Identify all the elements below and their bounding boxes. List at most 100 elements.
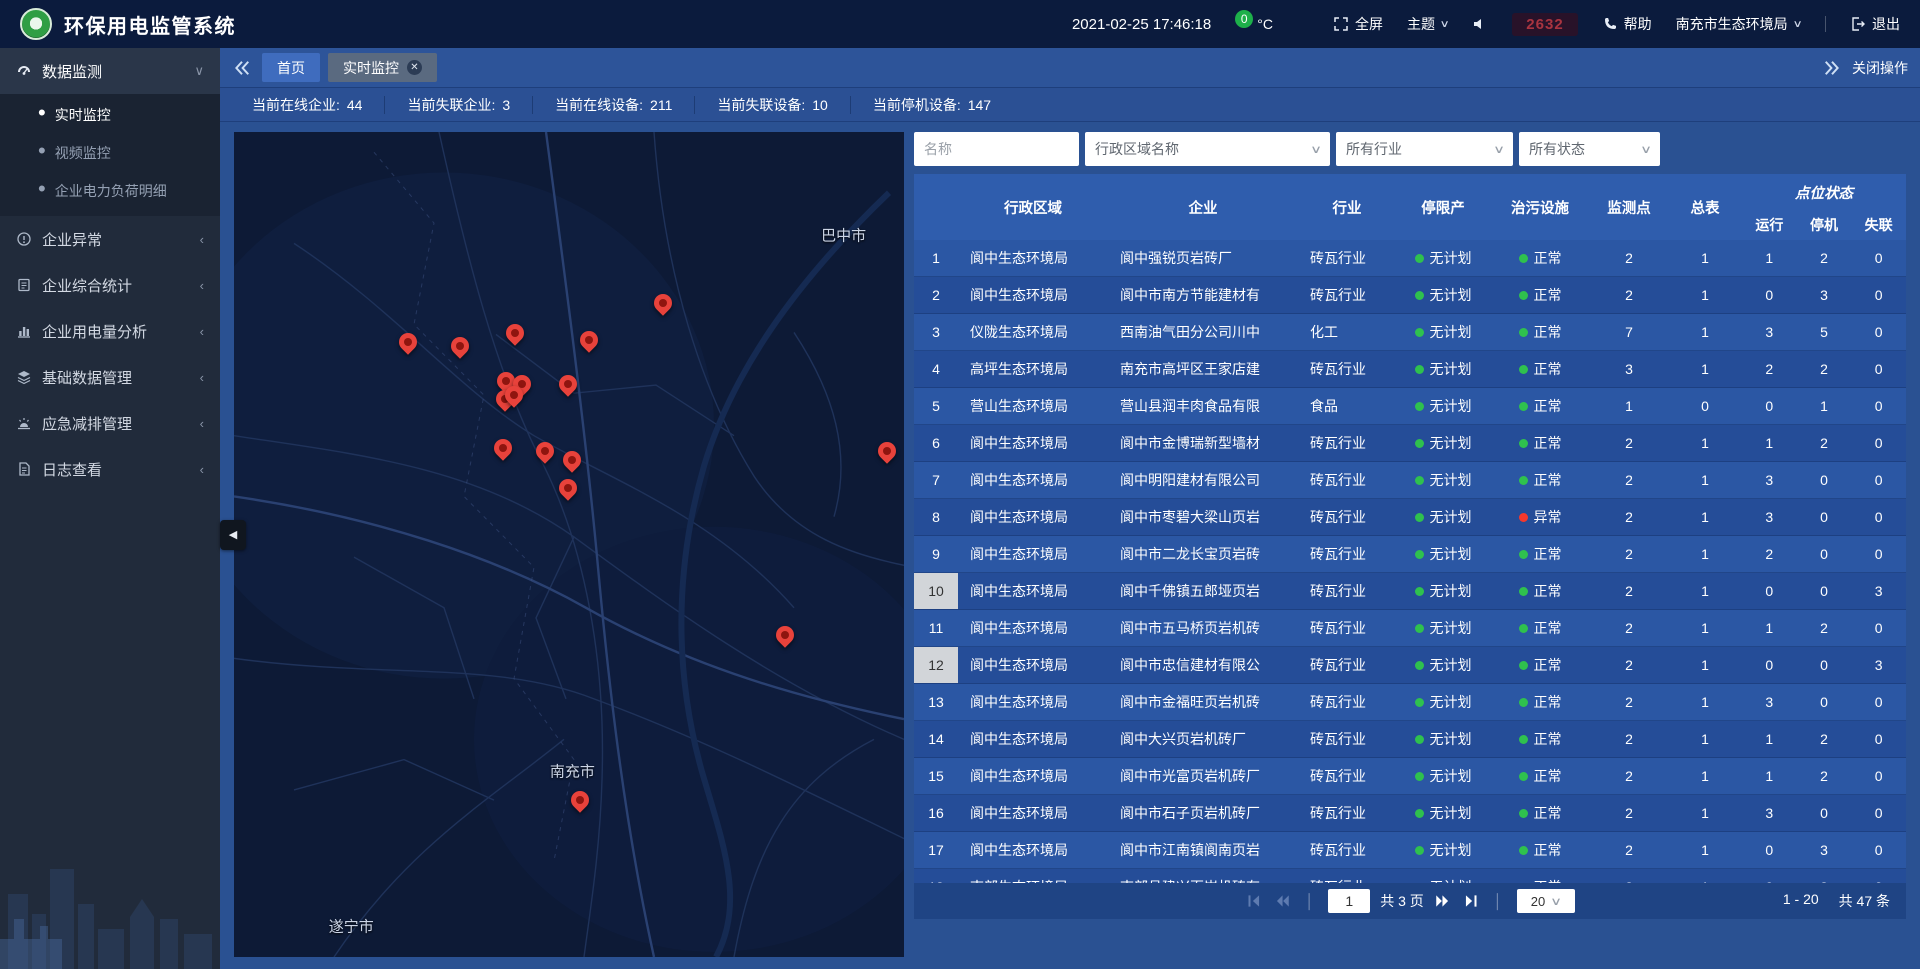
close-operations-button[interactable]: 关闭操作 [1852,58,1908,78]
table-row[interactable]: 11阆中生态环境局阆中市五马桥页岩机砖砖瓦行业无计划正常21120 [914,610,1906,647]
map-pin-icon[interactable] [506,324,524,342]
table-row[interactable]: 15阆中生态环境局阆中市光富页岩机砖厂砖瓦行业无计划正常21120 [914,758,1906,795]
stat-label: 当前失联企业: [407,95,495,115]
map-pin-icon[interactable] [580,331,598,349]
page-size-select[interactable]: 20 ∨ [1517,889,1575,913]
map-pin-icon[interactable] [776,626,794,644]
map-pin-icon[interactable] [536,442,554,460]
map-pin-icon[interactable] [563,451,581,469]
map-pin-icon[interactable] [559,479,577,497]
org-dropdown[interactable]: 南充市生态环境局 ∨ [1676,14,1801,34]
cell-region: 南部生态环境局 [958,869,1108,883]
cell-run: 0 [1742,869,1797,883]
help-button[interactable]: 帮助 [1602,14,1652,34]
cell-index: 8 [914,499,958,535]
first-page-button[interactable] [1245,892,1263,910]
map-pin-icon[interactable] [494,439,512,457]
cell-company: 阆中市忠信建材有限公 [1108,647,1298,683]
table-row[interactable]: 2阆中生态环境局阆中市南方节能建材有砖瓦行业无计划正常21030 [914,277,1906,314]
prev-page-button[interactable] [1273,892,1291,910]
table-row[interactable]: 1阆中生态环境局阆中强锐页岩砖厂砖瓦行业无计划正常21120 [914,240,1906,277]
table-row[interactable]: 4高坪生态环境局南充市高坪区王家店建砖瓦行业无计划正常31220 [914,351,1906,388]
cell-facility: 正常 [1490,610,1590,646]
sidebar-subitem[interactable]: •视频监控 [0,134,220,172]
map-pin-icon[interactable] [571,791,589,809]
table-row[interactable]: 7阆中生态环境局阆中明阳建材有限公司砖瓦行业无计划正常21300 [914,462,1906,499]
sidebar-item-4[interactable]: 基础数据管理‹ [0,354,220,400]
map-pin-icon[interactable] [451,337,469,355]
total-count-label: 共 47 条 [1839,891,1890,911]
cell-stop: 0 [1797,684,1852,720]
sidebar-item-6[interactable]: 日志查看‹ [0,446,220,492]
map-pin-icon[interactable] [505,386,523,404]
table-header: 行政区域 企业 行业 停限产 治污设施 监测点 总表 点位状态 运行 停机 失联 [914,174,1906,240]
map-pin-icon[interactable] [399,333,417,351]
sidebar-subitem[interactable]: •企业电力负荷明细 [0,172,220,210]
cell-region: 仪陇生态环境局 [958,314,1108,350]
phone-icon [1602,16,1618,32]
stat-value: 3 [502,97,510,113]
table-row[interactable]: 10阆中生态环境局阆中千佛镇五郎垭页岩砖瓦行业无计划正常21003 [914,573,1906,610]
status-filter-select[interactable]: 所有状态 ∨ [1519,132,1660,166]
tabs-scroll-left-button[interactable] [232,58,252,78]
cell-lost: 0 [1851,758,1906,794]
table-row[interactable]: 9阆中生态环境局阆中市二龙长宝页岩砖砖瓦行业无计划正常21200 [914,536,1906,573]
cell-run: 0 [1742,832,1797,868]
table-row[interactable]: 14阆中生态环境局阆中大兴页岩机砖厂砖瓦行业无计划正常21120 [914,721,1906,758]
filter-bar: 行政区域名称 ∨ 所有行业 ∨ 所有状态 ∨ [914,132,1906,166]
tab-close-icon[interactable]: ✕ [407,60,422,75]
cell-stop: 3 [1797,277,1852,313]
name-filter-input[interactable] [914,132,1079,166]
sidebar-item-5[interactable]: 应急减排管理‹ [0,400,220,446]
tab-首页[interactable]: 首页 [262,53,320,82]
last-page-button[interactable] [1462,892,1480,910]
table-row[interactable]: 5营山生态环境局营山县润丰肉食品有限食品无计划正常10010 [914,388,1906,425]
col-run: 运行 [1742,210,1797,240]
theme-dropdown[interactable]: 主题 ∨ [1407,14,1448,34]
chevron-left-icon: ‹ [200,232,204,247]
table-row[interactable]: 8阆中生态环境局阆中市枣碧大梁山页岩砖瓦行业无计划异常21300 [914,499,1906,536]
map-pin-icon[interactable] [559,375,577,393]
cell-facility: 正常 [1490,277,1590,313]
table-row[interactable]: 6阆中生态环境局阆中市金博瑞新型墙材砖瓦行业无计划正常21120 [914,425,1906,462]
sidebar-item-2[interactable]: 企业综合统计‹ [0,262,220,308]
next-page-button[interactable] [1434,892,1452,910]
speaker-icon [1472,16,1488,32]
table-row[interactable]: 12阆中生态环境局阆中市忠信建材有限公砖瓦行业无计划正常21003 [914,647,1906,684]
table-row[interactable]: 17阆中生态环境局阆中市江南镇阆南页岩砖瓦行业无计划正常21030 [914,832,1906,869]
table-row[interactable]: 13阆中生态环境局阆中市金福旺页岩机砖砖瓦行业无计划正常21300 [914,684,1906,721]
sidebar-subitem[interactable]: •实时监控 [0,96,220,134]
tab-实时监控[interactable]: 实时监控✕ [328,53,437,82]
tabs-scroll-right-button[interactable] [1822,58,1842,78]
map-pin-icon[interactable] [878,442,896,460]
tab-bar: 首页实时监控✕ 关闭操作 [220,48,1920,88]
cell-total: 1 [1668,462,1742,498]
chevron-down-icon: ∨ [1550,895,1562,908]
cell-company: 阆中市光富页岩机砖厂 [1108,758,1298,794]
table-row[interactable]: 3仪陇生态环境局西南油气田分公司川中化工无计划正常71350 [914,314,1906,351]
speaker-button[interactable] [1472,16,1488,32]
cell-industry: 砖瓦行业 [1298,240,1396,276]
city-skyline-decoration [0,794,220,969]
sidebar-item-3[interactable]: 企业用电量分析‹ [0,308,220,354]
industry-filter-select[interactable]: 所有行业 ∨ [1336,132,1513,166]
col-total: 总表 [1668,174,1742,240]
cell-index: 13 [914,684,958,720]
cell-stop: 2 [1797,758,1852,794]
cell-total: 1 [1668,240,1742,276]
fullscreen-button[interactable]: 全屏 [1333,14,1383,34]
map-collapse-handle[interactable]: ◀ [220,520,246,550]
cell-company: 阆中大兴页岩机砖厂 [1108,721,1298,757]
map-canvas[interactable] [234,132,904,957]
table-row[interactable]: 16阆中生态环境局阆中市石子页岩机砖厂砖瓦行业无计划正常21300 [914,795,1906,832]
map-pin-icon[interactable] [654,294,672,312]
page-number-input[interactable] [1328,889,1370,913]
cell-lost: 0 [1851,277,1906,313]
cell-index: 6 [914,425,958,461]
logout-button[interactable]: 退出 [1850,14,1900,34]
sidebar-item-0[interactable]: 数据监测∨ [0,48,220,94]
cell-region: 阆中生态环境局 [958,758,1108,794]
table-row[interactable]: 18南部生态环境局南部县建兴页岩机砖有砖瓦行业无计划正常21030 [914,869,1906,883]
region-filter-select[interactable]: 行政区域名称 ∨ [1085,132,1330,166]
sidebar-item-1[interactable]: 企业异常‹ [0,216,220,262]
